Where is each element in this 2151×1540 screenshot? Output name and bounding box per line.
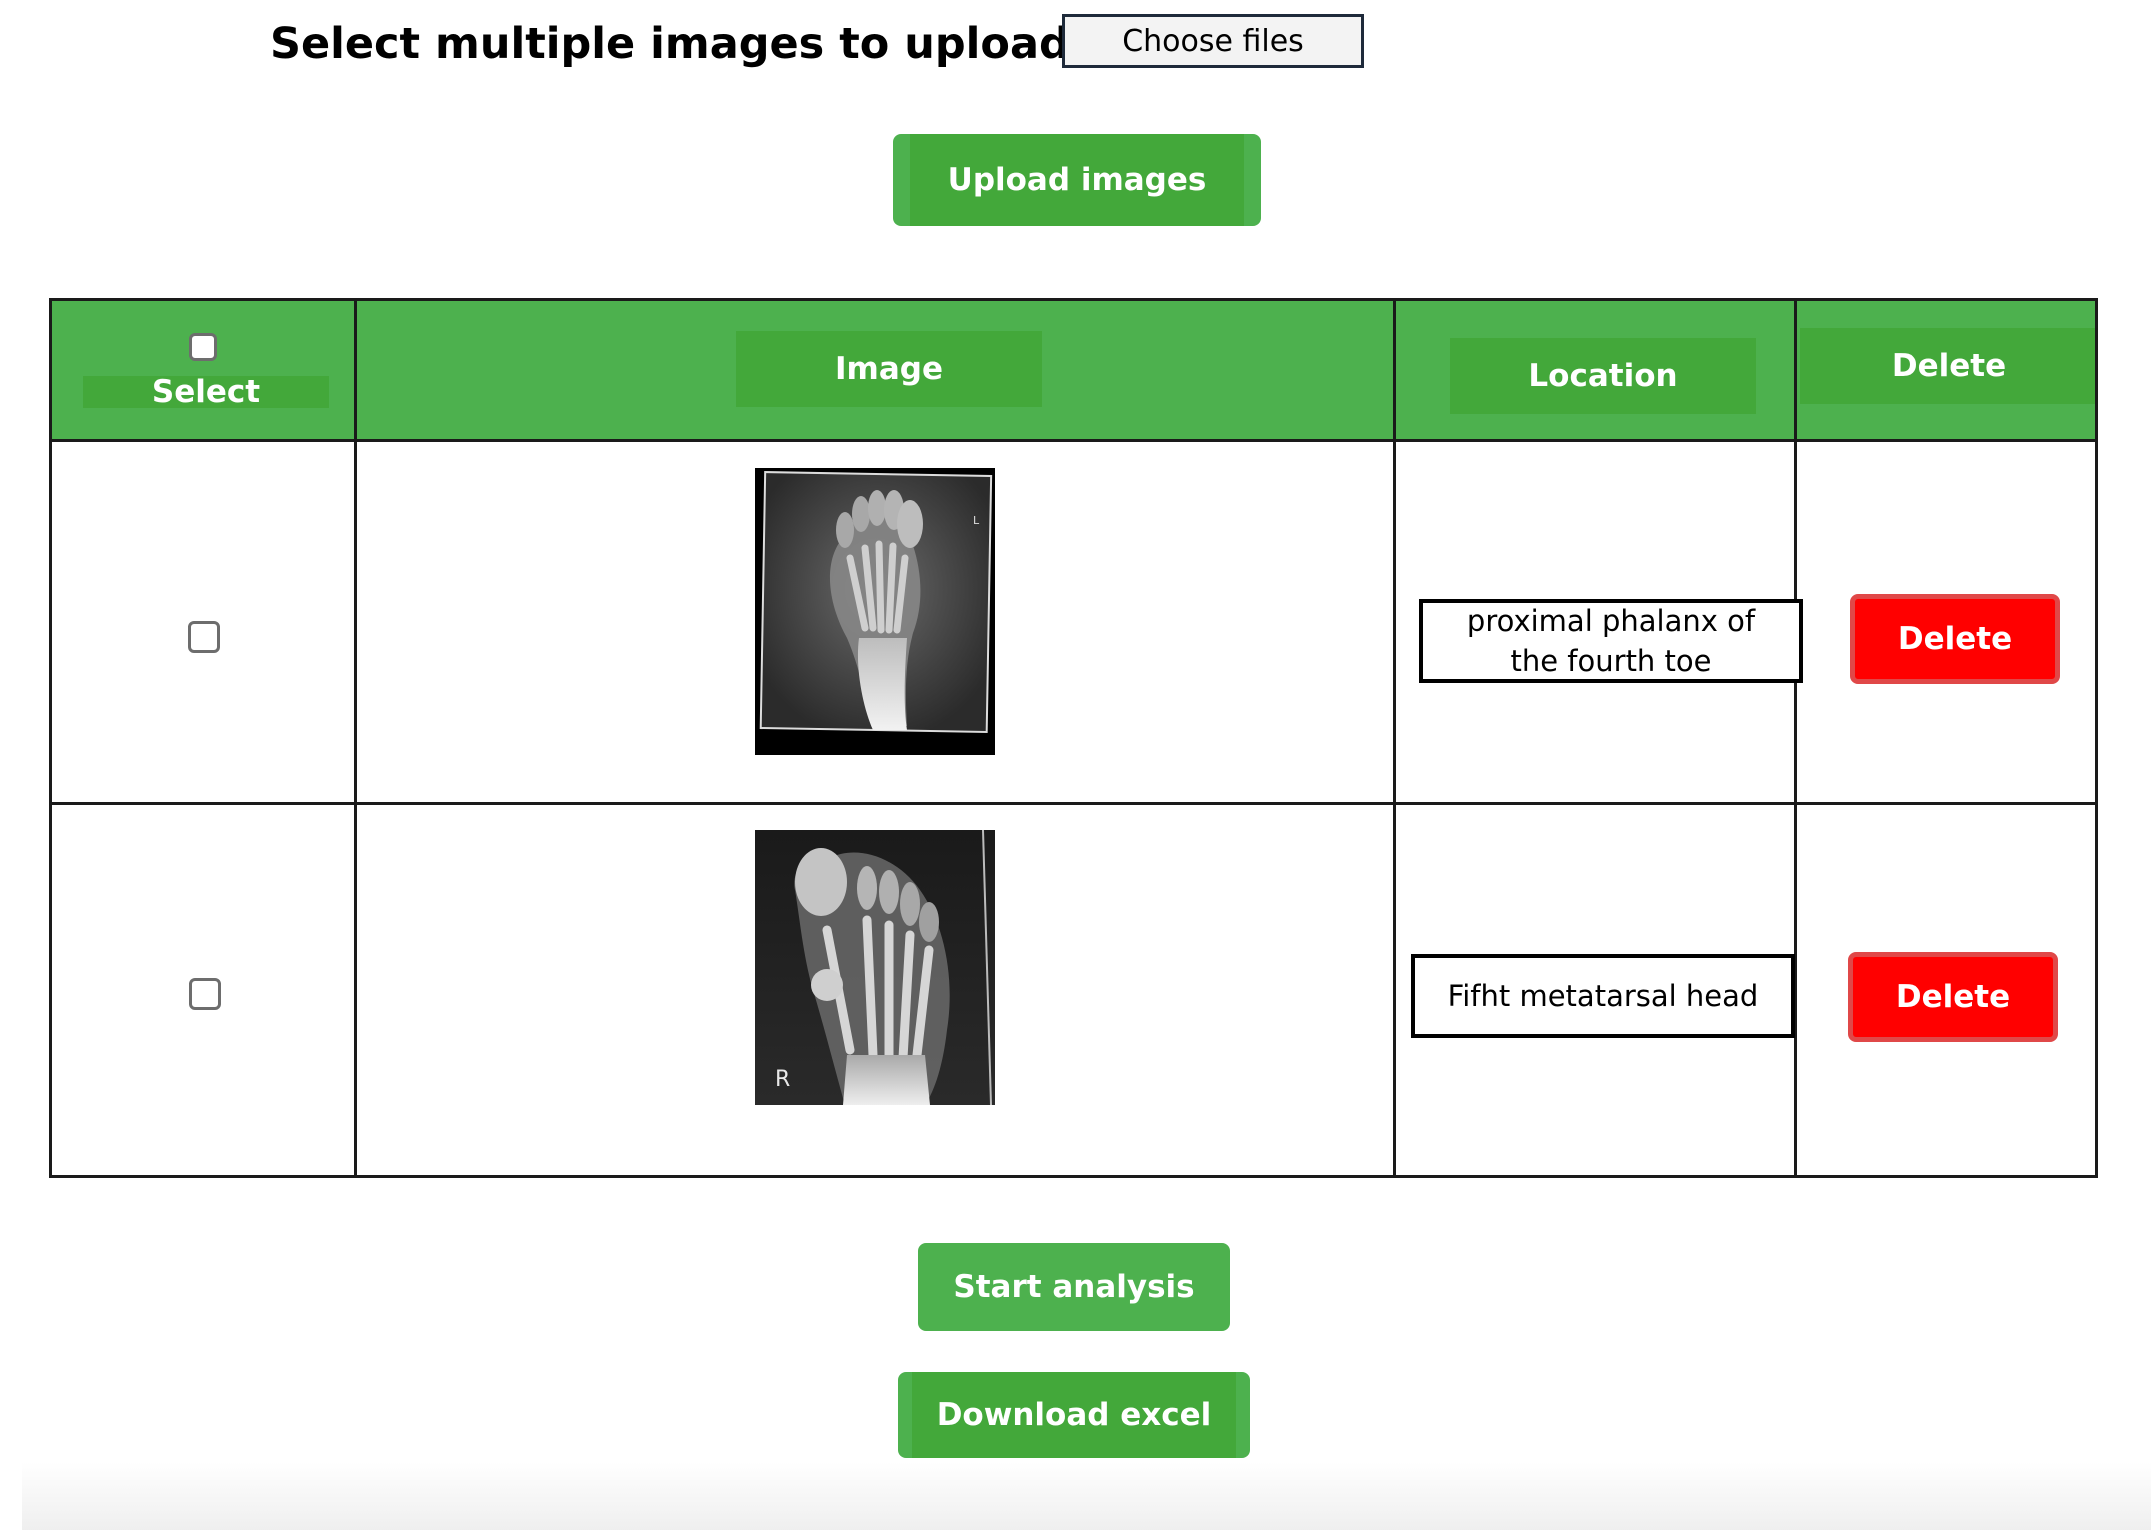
row-1-xray-image: L xyxy=(755,468,995,755)
upload-images-label: Upload images xyxy=(910,134,1244,226)
row-2-xray-image: R xyxy=(755,830,995,1105)
row-1-location-line2: the fourth toe xyxy=(1510,644,1712,678)
download-excel-button[interactable]: Download excel xyxy=(898,1372,1250,1458)
download-excel-label: Download excel xyxy=(912,1372,1236,1458)
row-2-location[interactable]: Fifht metatarsal head xyxy=(1411,954,1795,1038)
row-2-xray-marker: R xyxy=(775,1067,790,1092)
row-2-delete-button[interactable]: Delete xyxy=(1848,952,2058,1042)
row-1-location[interactable]: proximal phalanx of the fourth toe xyxy=(1419,599,1803,683)
row-1-location-line1: proximal phalanx of xyxy=(1466,604,1756,638)
bottom-margin xyxy=(0,1530,2151,1540)
start-analysis-button[interactable]: Start analysis xyxy=(918,1243,1230,1331)
header-select: Select xyxy=(83,374,329,410)
header-image: Image xyxy=(736,331,1042,407)
row-1-delete-button[interactable]: Delete xyxy=(1850,594,2060,684)
row-1-xray-marker: L xyxy=(973,514,980,527)
upload-images-button[interactable]: Upload images xyxy=(893,134,1261,226)
header-delete: Delete xyxy=(1800,328,2098,404)
bottom-shadow xyxy=(22,1462,2151,1540)
upload-title: Select multiple images to upload: xyxy=(270,19,1087,69)
row-1-checkbox[interactable] xyxy=(188,621,220,653)
row-2-checkbox[interactable] xyxy=(189,978,221,1010)
choose-files-button[interactable]: Choose files xyxy=(1062,14,1364,68)
select-all-checkbox[interactable] xyxy=(189,333,217,361)
header-location: Location xyxy=(1450,338,1756,414)
images-table: Select Image Location Delete L proximal … xyxy=(49,298,2098,1178)
